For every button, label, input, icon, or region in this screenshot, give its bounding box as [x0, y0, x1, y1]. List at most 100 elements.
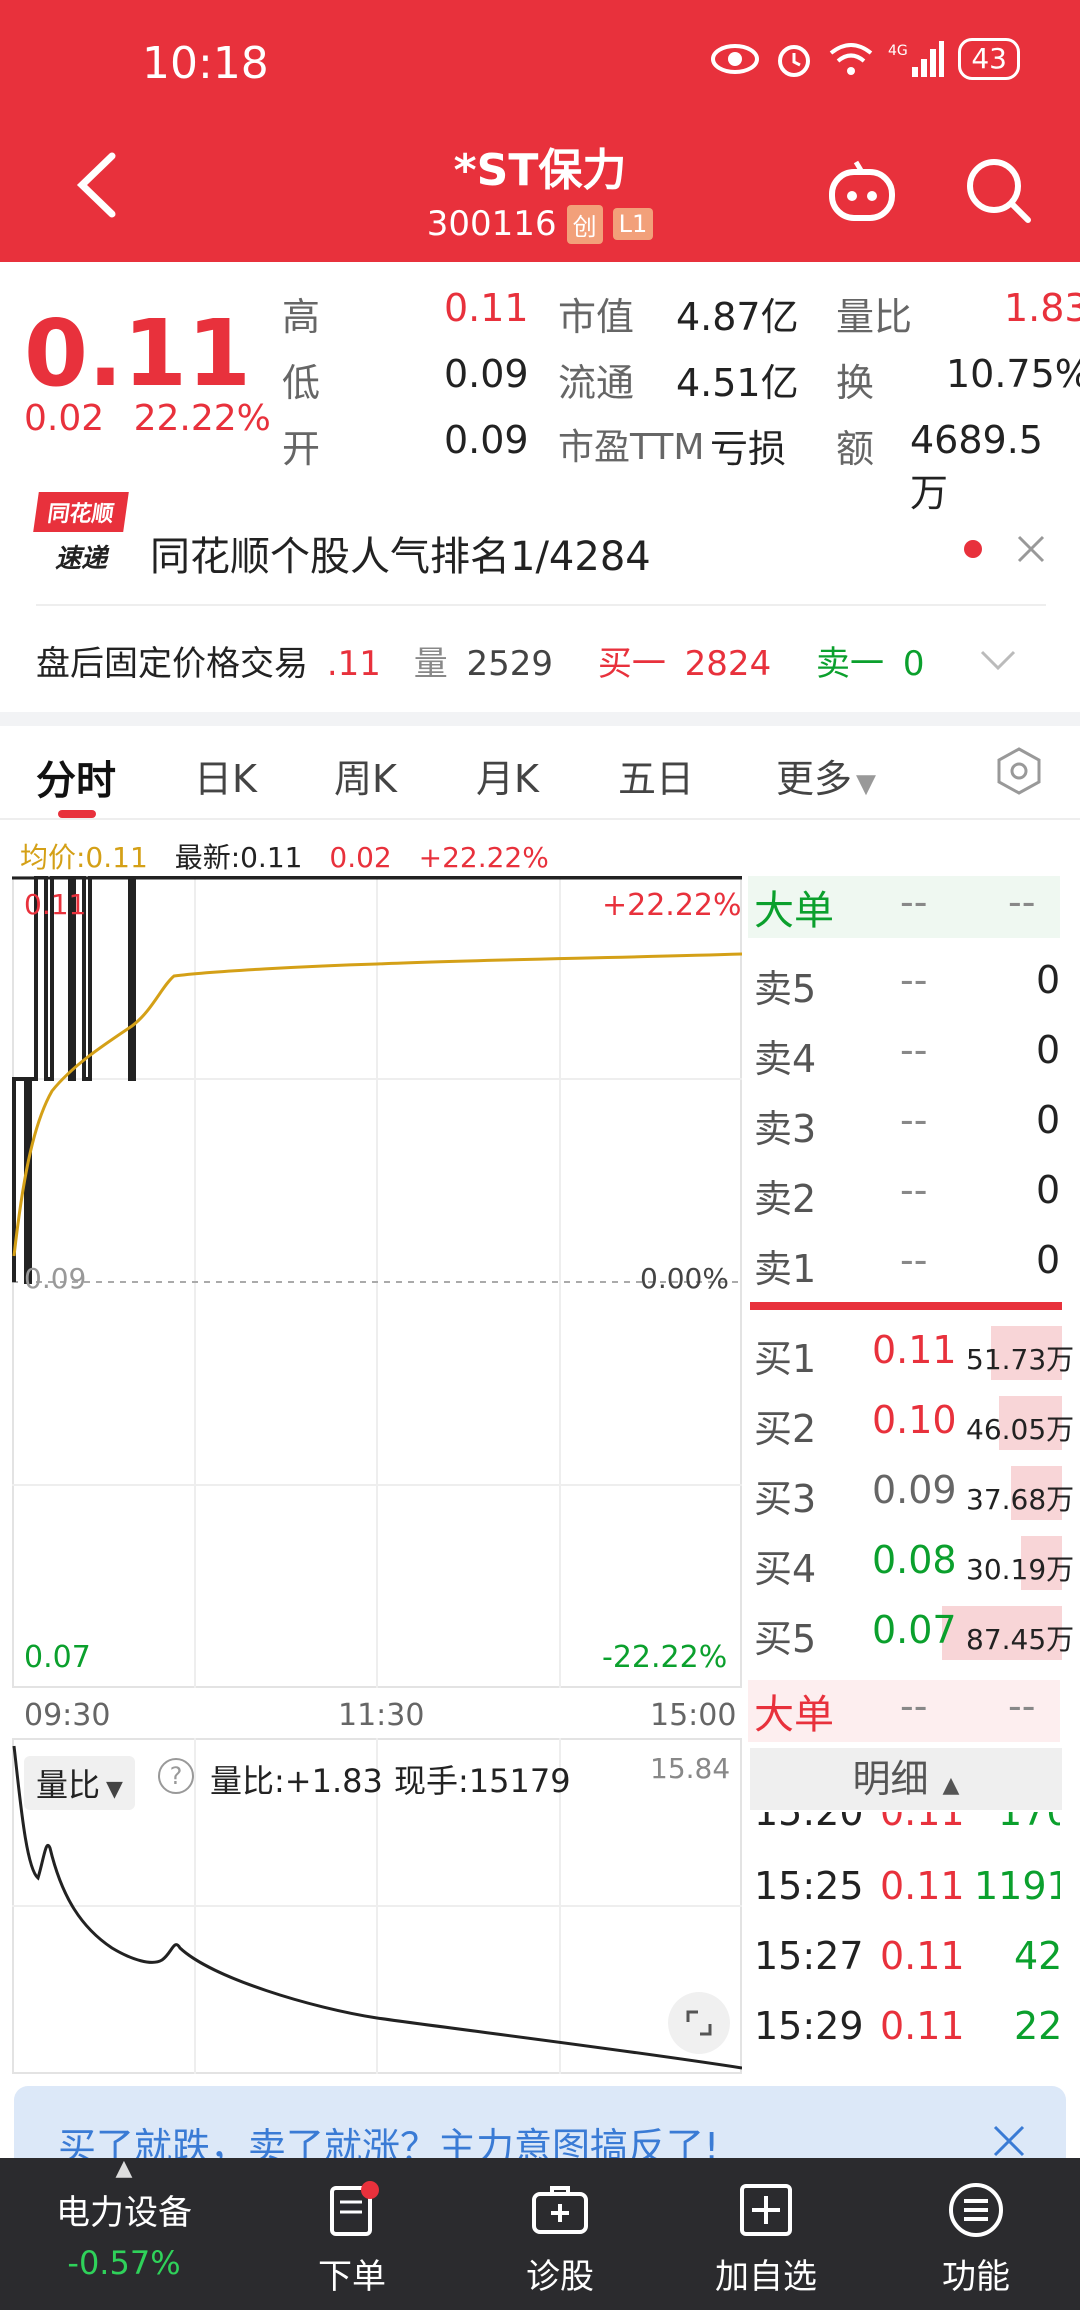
value-pe: 亏损	[710, 427, 787, 471]
detail-price-2: 0.11	[880, 1934, 965, 1978]
fullscreen-icon	[686, 2010, 712, 2036]
buy5-vol: 87.45万	[966, 1623, 1075, 1656]
buy1-label: 买1	[754, 1337, 817, 1381]
sell2-label: 卖2	[754, 1177, 817, 1221]
after-hours-row: 盘后固定价格交易 .11 量 2529 买一 2824 卖一 0	[36, 636, 924, 685]
value-float: 4.51亿	[676, 361, 799, 405]
nav-function[interactable]: 功能	[886, 2158, 1066, 2298]
add-watchlist-icon	[740, 2184, 792, 2236]
value-high: 0.11	[444, 286, 529, 330]
axis-mid-pct: 0.00%	[640, 1262, 729, 1295]
fullscreen-button[interactable]	[668, 1992, 730, 2054]
search-icon[interactable]	[964, 156, 1034, 226]
buy1-price: 0.11	[872, 1328, 957, 1372]
logo-bottom: 速递	[54, 544, 107, 574]
tab-day-k[interactable]: 日K	[194, 748, 257, 803]
eye-icon	[711, 44, 760, 74]
volume-selector[interactable]: 量比 ▼	[24, 1756, 135, 1810]
time-label-close: 15:00	[650, 1698, 737, 1733]
axis-top-pct: +22.22%	[602, 888, 742, 923]
menu-icon	[949, 2183, 1003, 2237]
detail-time-2: 15:27	[754, 1934, 864, 1978]
sell5-label: 卖5	[754, 967, 817, 1011]
buy5-label: 买5	[754, 1617, 817, 1661]
settings-hexagon-icon[interactable]	[994, 746, 1044, 796]
sell3-vol: 0	[1036, 1098, 1061, 1142]
stock-title: *ST保力	[453, 145, 627, 196]
volume-ratio-value: 量比:+1.83	[210, 1762, 383, 1800]
caret-down-icon: ▼	[106, 1777, 123, 1802]
nav-diagnose[interactable]: 诊股	[470, 2158, 650, 2298]
stock-code: 300116	[426, 204, 557, 244]
help-icon[interactable]: ?	[158, 1758, 194, 1794]
label-open: 开	[282, 427, 321, 471]
nav-sector[interactable]: ▲ 电力设备 -0.57%	[34, 2156, 214, 2282]
sell2-vol: 0	[1036, 1168, 1061, 1212]
price-change-value: 0.02	[24, 398, 105, 439]
chart-pct: +22.22%	[418, 841, 549, 874]
buy4-label: 买4	[754, 1547, 817, 1591]
sell5-price: --	[900, 958, 928, 1002]
volume-max: 15.84	[650, 1752, 731, 1785]
current-price: 0.11	[24, 300, 251, 407]
value-turnover: 10.75%	[946, 352, 1080, 396]
tag-chuang: 创	[566, 204, 603, 244]
status-icons: 4G 43	[710, 38, 1020, 80]
after-hours-vol-label: 量	[413, 644, 448, 684]
signal-icon: 4G	[888, 41, 945, 77]
wifi-icon	[830, 43, 873, 75]
detail-toggle[interactable]: 明细 ▲	[750, 1748, 1062, 1810]
battery-indicator: 43	[958, 38, 1020, 80]
nav-sector-pct: -0.57%	[67, 2244, 181, 2282]
bottom-nav: ▲ 电力设备 -0.57% 下单 诊股 加自选 功能	[0, 2156, 1080, 2310]
detail-vol-0: 170	[998, 1812, 1060, 1834]
header: 10:18 4G 43 *ST保力 300116 创 L1	[0, 0, 1080, 262]
value-volratio: 1.83	[1004, 286, 1080, 330]
value-open: 0.09	[444, 418, 529, 462]
after-hours-sell1-label: 卖一	[816, 644, 885, 684]
buy4-vol: 30.19万	[966, 1553, 1075, 1586]
stock-code-row: 300116 创 L1	[0, 204, 1080, 244]
big-order-top-label: 大单	[754, 888, 834, 934]
label-volratio: 量比	[836, 295, 913, 339]
detail-price-0: 0.11	[880, 1812, 965, 1834]
tab-active-indicator	[58, 810, 96, 818]
buy5-price: 0.07	[872, 1608, 957, 1652]
close-icon[interactable]	[1016, 534, 1046, 564]
expand-chevron-icon[interactable]	[980, 648, 1016, 672]
tab-week-k[interactable]: 周K	[334, 748, 397, 803]
label-float: 流通	[558, 361, 635, 405]
caret-up-icon: ▲	[115, 2156, 133, 2181]
svg-text:4G: 4G	[888, 43, 908, 59]
label-amount: 额	[836, 427, 875, 471]
tab-more[interactable]: 更多 ▼	[776, 748, 876, 803]
sell3-price: --	[900, 1098, 928, 1142]
tab-month-k[interactable]: 月K	[476, 748, 539, 803]
big-order-bottom-b: --	[1008, 1684, 1036, 1728]
detail-list[interactable]: 15:20 0.11 170 15:25 0.11 1191 15:27 0.1…	[748, 1812, 1060, 2074]
tab-fenshi[interactable]: 分时	[36, 748, 116, 806]
after-hours-buy1-label: 买一	[597, 644, 666, 684]
section-divider	[0, 712, 1080, 726]
nav-add-watchlist[interactable]: 加自选	[676, 2158, 856, 2298]
news-divider	[36, 604, 1046, 606]
detail-time-1: 15:25	[754, 1864, 864, 1908]
chart-info-row: 均价:0.11 最新:0.11 0.02 +22.22%	[20, 836, 549, 876]
banner-close-icon[interactable]	[992, 2124, 1026, 2158]
nav-order[interactable]: 下单	[262, 2158, 442, 2298]
buy2-vol: 46.05万	[966, 1413, 1075, 1446]
detail-time-3: 15:29	[754, 2004, 864, 2048]
logo-top: 同花顺	[33, 492, 129, 532]
news-headline[interactable]: 同花顺个股人气排名1/4284	[150, 524, 651, 582]
sell3-label: 卖3	[754, 1107, 817, 1151]
tabs-divider	[0, 818, 1080, 820]
price-change: 0.02 22.22%	[24, 398, 271, 439]
robot-icon[interactable]	[826, 158, 898, 224]
tab-five-day[interactable]: 五日	[618, 748, 694, 803]
after-hours-vol: 2529	[466, 644, 554, 684]
after-hours-price: .11	[326, 644, 381, 684]
axis-bottom-pct: -22.22%	[602, 1640, 728, 1675]
time-label-open: 09:30	[24, 1698, 111, 1733]
intraday-price-chart[interactable]	[12, 876, 742, 1688]
caret-up-icon: ▲	[942, 1773, 960, 1798]
